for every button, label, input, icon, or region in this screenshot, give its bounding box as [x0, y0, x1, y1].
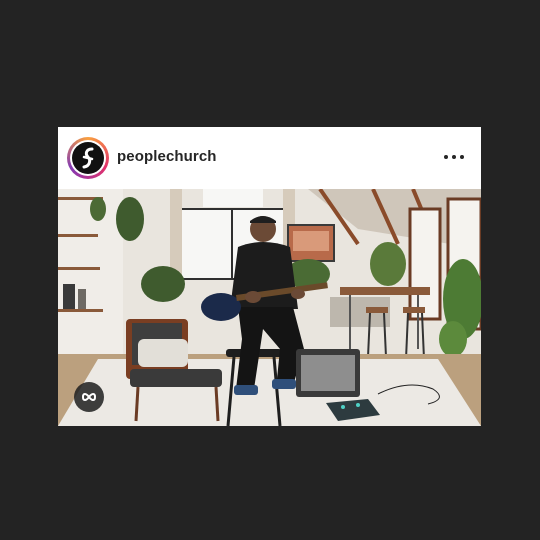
- post-header: peoplechurch: [58, 127, 481, 189]
- boomerang-icon[interactable]: [74, 382, 104, 412]
- post-media[interactable]: [58, 189, 481, 426]
- post-card: peoplechurch: [58, 127, 481, 426]
- username[interactable]: peoplechurch: [117, 148, 217, 165]
- avatar[interactable]: [67, 137, 109, 179]
- more-options-icon[interactable]: [441, 147, 467, 167]
- people-church-logo-icon: [72, 142, 104, 174]
- post-photo: [58, 189, 481, 426]
